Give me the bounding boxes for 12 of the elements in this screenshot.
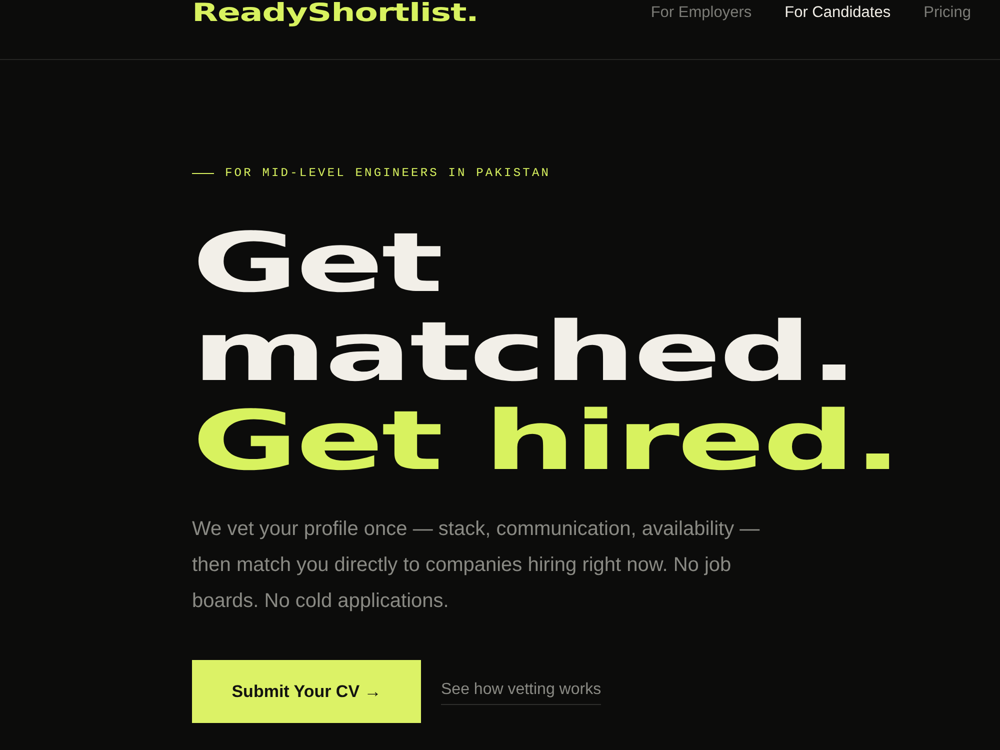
hero-description: We vet your profile once — stack, communication, availability — then match you directly to companies hiring right now. No job boards. No cold applications. [192, 517, 761, 614]
eyebrow-text: FOR MID-LEVEL ENGINEERS IN PAKISTAN [225, 165, 551, 181]
nav-link[interactable]: For Employers [650, 4, 752, 22]
nav-link[interactable]: Pricing [924, 4, 971, 22]
brand-logo[interactable]: ReadyShortlist. [192, 0, 478, 25]
submit-cv-button[interactable]: Submit Your CV → [192, 660, 421, 723]
headline-line: Get [192, 219, 442, 308]
vetting-link[interactable]: See how vetting works [441, 680, 602, 704]
dash-icon [192, 172, 214, 174]
headline-line: Get hired. [192, 397, 900, 486]
headline-line: matched. [192, 308, 856, 397]
nav-link[interactable]: For Candidates [784, 4, 891, 22]
